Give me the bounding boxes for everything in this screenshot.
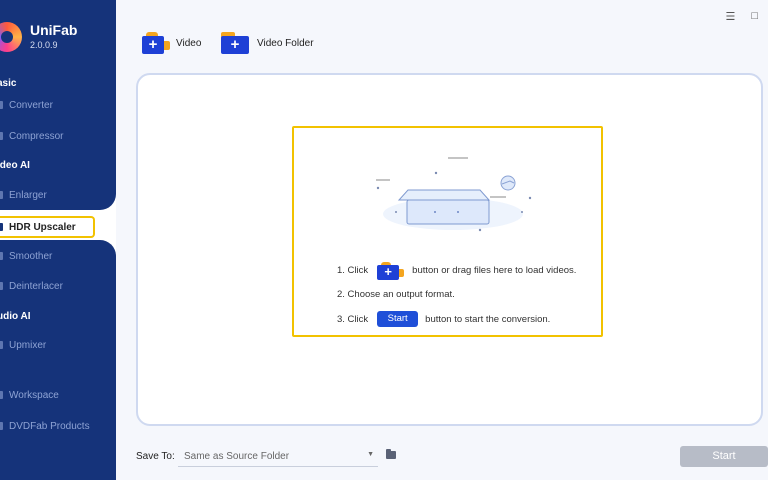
sidebar-item-label: Upmixer xyxy=(9,339,47,351)
sidebar-item-smoother[interactable]: Smoother xyxy=(0,245,116,267)
section-basic: asic xyxy=(0,78,17,89)
step3-text-before: 3. Click xyxy=(337,313,369,325)
converter-icon xyxy=(0,101,3,109)
dvdfab-products-icon xyxy=(0,422,3,430)
sidebar: UniFab 2.0.0.9 asic Converter Compressor… xyxy=(0,0,116,480)
chevron-down-icon: ▼ xyxy=(367,451,374,458)
instruction-step-3: 3. Click Start button to start the conve… xyxy=(337,311,550,327)
add-video-label: Video xyxy=(176,37,202,49)
folder-browse-icon[interactable] xyxy=(386,449,396,459)
sidebar-item-hdr-upscaler[interactable]: HDR Upscaler xyxy=(0,216,95,238)
step1-text-after: button or drag files here to load videos… xyxy=(412,264,577,276)
sidebar-item-label: Enlarger xyxy=(9,189,47,201)
add-folder-icon: + xyxy=(221,32,249,54)
save-to-dropdown[interactable]: Same as Source Folder ▼ xyxy=(178,445,378,467)
sidebar-item-workspace[interactable]: Workspace xyxy=(0,384,116,406)
step1-text-before: 1. Click xyxy=(337,264,369,276)
sidebar-item-label: Compressor xyxy=(9,130,64,142)
hdr-upscaler-icon xyxy=(0,223,3,231)
sidebar-item-label: Deinterlacer xyxy=(9,280,63,292)
instruction-step-2: 2. Choose an output format. xyxy=(337,289,455,300)
deinterlacer-icon xyxy=(0,282,3,290)
save-to-value: Same as Source Folder xyxy=(184,451,290,462)
sidebar-item-enlarger[interactable]: Enlarger xyxy=(0,184,116,206)
sidebar-item-label: DVDFab Products xyxy=(9,420,90,432)
step3-text-after: button to start the conversion. xyxy=(425,313,551,325)
app-version: 2.0.0.9 xyxy=(30,40,58,50)
sidebar-item-deinterlacer[interactable]: Deinterlacer xyxy=(0,275,116,297)
sidebar-item-label: Converter xyxy=(9,99,53,111)
window-controls: ☰ □ xyxy=(725,10,758,23)
add-video-icon: + xyxy=(142,32,170,54)
sidebar-item-label: Workspace xyxy=(9,389,59,401)
add-video-button[interactable]: + Video xyxy=(142,32,201,54)
mini-add-video-icon: + xyxy=(377,262,405,280)
section-audio-ai: udio AI xyxy=(0,311,31,322)
add-video-folder-button[interactable]: + Video Folder xyxy=(221,32,314,54)
smoother-icon xyxy=(0,252,3,260)
instruction-step-1: 1. Click + button or drag files here to … xyxy=(337,262,577,280)
menu-icon[interactable]: ☰ xyxy=(725,10,735,23)
workspace-icon xyxy=(0,391,3,399)
add-video-folder-label: Video Folder xyxy=(257,37,314,49)
instructions-box: 1. Click + button or drag files here to … xyxy=(292,126,603,337)
sidebar-item-compressor[interactable]: Compressor xyxy=(0,125,116,147)
maximize-icon[interactable]: □ xyxy=(751,10,758,23)
start-button[interactable]: Start xyxy=(680,446,768,467)
save-to-label: Save To: xyxy=(136,451,175,462)
sidebar-item-dvdfab-products[interactable]: DVDFab Products xyxy=(0,415,116,437)
compressor-icon xyxy=(0,132,3,140)
mini-start-button: Start xyxy=(377,311,419,327)
enlarger-icon xyxy=(0,191,3,199)
section-video-ai: ideo AI xyxy=(0,160,30,171)
upmixer-icon xyxy=(0,341,3,349)
sidebar-item-label: Smoother xyxy=(9,250,53,262)
empty-box-illustration xyxy=(376,157,532,232)
app-name: UniFab xyxy=(30,22,78,38)
sidebar-item-converter[interactable]: Converter xyxy=(0,94,116,116)
sidebar-item-label: HDR Upscaler xyxy=(9,221,76,233)
sidebar-item-upmixer[interactable]: Upmixer xyxy=(0,334,116,356)
